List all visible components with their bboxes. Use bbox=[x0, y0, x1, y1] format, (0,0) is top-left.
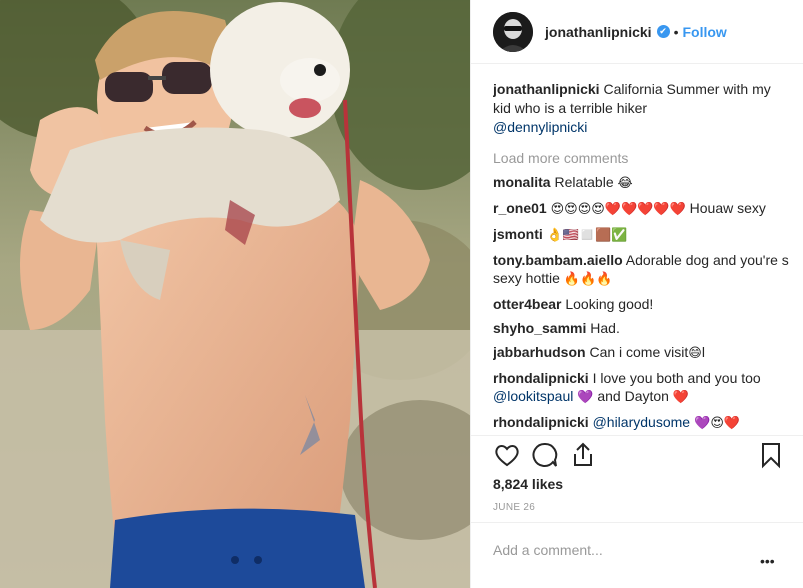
avatar[interactable] bbox=[493, 11, 533, 52]
comment-text: I love you both and you too bbox=[588, 370, 761, 386]
comment-emoji: 😄 bbox=[688, 346, 702, 361]
comment-text: Looking good! bbox=[561, 296, 654, 312]
comments-list[interactable]: jonathanlipnicki California Summer with … bbox=[493, 80, 789, 435]
add-comment-input[interactable] bbox=[493, 540, 743, 560]
comment-username[interactable]: r_one01 bbox=[493, 200, 547, 216]
action-bar bbox=[493, 441, 789, 471]
comment-username[interactable]: shyho_sammi bbox=[493, 320, 586, 336]
comment-text: Relatable bbox=[550, 174, 618, 190]
post-date: JUNE 26 bbox=[493, 502, 536, 513]
comment-emoji: 😍😍😍😍❤️❤️❤️❤️❤️ bbox=[550, 202, 686, 217]
comment-username[interactable]: monalita bbox=[493, 174, 551, 190]
comment-text: Had. bbox=[586, 320, 620, 336]
comment-username[interactable]: otter4bear bbox=[493, 296, 561, 312]
comment-username[interactable]: rhondalipnicki bbox=[493, 414, 589, 430]
comment-icon[interactable] bbox=[531, 441, 559, 469]
username-link[interactable]: jonathanlipnicki bbox=[545, 24, 652, 40]
comment-mention[interactable]: @hilarydusome bbox=[593, 414, 690, 430]
photo-illustration bbox=[0, 0, 470, 588]
comment-text-tail: Houaw sexy bbox=[685, 200, 766, 216]
comment-item: tony.bambam.aiello Adorable dog and you'… bbox=[493, 251, 789, 289]
comment-username[interactable]: rhondalipnicki bbox=[493, 370, 589, 386]
comment-item: monalita Relatable 😂 bbox=[493, 173, 789, 193]
divider bbox=[471, 435, 803, 436]
comment-emoji: 🔥🔥🔥 bbox=[563, 272, 613, 287]
share-icon[interactable] bbox=[569, 441, 597, 469]
comment-username[interactable]: jsmonti bbox=[493, 226, 543, 242]
caption-mention[interactable]: @dennylipnicki bbox=[493, 119, 587, 135]
more-options-icon[interactable]: ••• bbox=[760, 553, 775, 569]
likes-count[interactable]: 8,824 likes bbox=[493, 476, 563, 492]
comment-emoji: 💜😍❤️ bbox=[690, 416, 741, 431]
comment-text-tail: and Dayton bbox=[593, 388, 673, 404]
post-header: jonathanlipnicki ✔ • Follow bbox=[471, 0, 803, 64]
comment-mention[interactable]: @lookitspaul bbox=[493, 388, 573, 404]
heart-icon[interactable] bbox=[493, 441, 521, 469]
comment-item: rhondalipnicki I love you both and you t… bbox=[493, 369, 789, 407]
comment-username[interactable]: jabbarhudson bbox=[493, 344, 586, 360]
comment-item: shyho_sammi Had. bbox=[493, 319, 789, 337]
comment-username[interactable]: tony.bambam.aiello bbox=[493, 252, 623, 268]
comment-item: r_one01 😍😍😍😍❤️❤️❤️❤️❤️ Houaw sexy bbox=[493, 199, 789, 219]
comment-emoji: 👌🇺🇸◻️🟫✅ bbox=[546, 228, 628, 243]
comment-text-tail: l bbox=[701, 344, 705, 360]
comment-emoji: 😂 bbox=[617, 176, 633, 191]
comment-text: Can i come visit bbox=[585, 344, 689, 360]
comment-emoji-2: ❤️ bbox=[672, 390, 690, 405]
caption-username[interactable]: jonathanlipnicki bbox=[493, 81, 600, 97]
load-more-comments-button[interactable]: Load more comments bbox=[493, 149, 789, 167]
separator: • bbox=[673, 23, 679, 40]
post-caption: jonathanlipnicki California Summer with … bbox=[493, 80, 789, 137]
follow-button[interactable]: Follow bbox=[682, 24, 726, 40]
divider bbox=[471, 522, 803, 523]
verified-badge-icon: ✔ bbox=[656, 25, 670, 38]
comment-item: otter4bear Looking good! bbox=[493, 295, 789, 313]
comment-item: rhondalipnicki @hilarydusome 💜😍❤️ bbox=[493, 413, 789, 433]
post-photo[interactable] bbox=[0, 0, 470, 588]
comment-item: jsmonti 👌🇺🇸◻️🟫✅ bbox=[493, 225, 789, 245]
post-side-panel: jonathanlipnicki ✔ • Follow jonathanlipn… bbox=[470, 0, 803, 588]
instagram-post: jonathanlipnicki ✔ • Follow jonathanlipn… bbox=[0, 0, 803, 588]
comment-emoji: 💜 bbox=[577, 390, 594, 405]
bookmark-icon[interactable] bbox=[757, 441, 785, 469]
avatar-image bbox=[493, 11, 533, 52]
comment-item: jabbarhudson Can i come visit😄l bbox=[493, 343, 789, 363]
